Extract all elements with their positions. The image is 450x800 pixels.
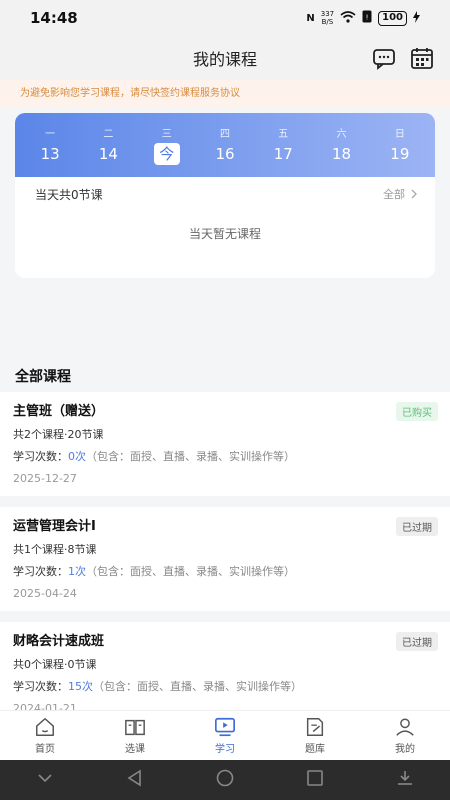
recents-square-icon bbox=[307, 770, 323, 786]
day-fri[interactable]: 五 17 bbox=[263, 125, 303, 165]
tab-profile[interactable]: 我的 bbox=[370, 711, 440, 760]
message-icon bbox=[373, 49, 395, 70]
day-thu[interactable]: 四 16 bbox=[205, 125, 245, 165]
course-name: 财略会计速成班 bbox=[13, 634, 105, 649]
course-info: 共0个课程·0节课 bbox=[13, 658, 97, 671]
home-circle-icon bbox=[216, 769, 234, 787]
day-today[interactable]: 三今 bbox=[147, 125, 187, 165]
course-card[interactable]: 主管班（赠送） 已购买 共2个课程·20节课 学习次数：0次（包含：面授、直播、… bbox=[0, 392, 450, 496]
status-badge: 已过期 bbox=[396, 517, 438, 536]
course-info: 共2个课程·20节课 bbox=[13, 428, 104, 441]
battery-icon: 100 bbox=[378, 10, 407, 26]
charging-icon bbox=[413, 10, 420, 26]
tab-courses[interactable]: 选课 bbox=[100, 711, 170, 760]
tab-question-bank[interactable]: 题库 bbox=[280, 711, 350, 760]
course-date: 2025-12-27 bbox=[13, 472, 77, 485]
home-icon bbox=[36, 718, 54, 736]
day-summary-text: 当天共0节课 bbox=[35, 187, 103, 202]
sim-icon: ! bbox=[362, 10, 372, 26]
status-badge: 已购买 bbox=[396, 402, 438, 421]
study-count: 学习次数：1次（包含：面授、直播、录播、实训操作等） bbox=[13, 565, 295, 578]
day-sat[interactable]: 六 18 bbox=[322, 125, 362, 165]
chevron-down-icon bbox=[38, 774, 52, 783]
status-bar: 14:48 N 337 B/S ! 100 bbox=[0, 0, 450, 36]
wifi-icon bbox=[340, 10, 356, 26]
nfc-icon: N bbox=[306, 12, 315, 24]
day-tue[interactable]: 二 14 bbox=[88, 125, 128, 165]
page-header: 我的课程 bbox=[0, 36, 450, 80]
page-title: 我的课程 bbox=[192, 50, 257, 69]
message-button[interactable] bbox=[372, 46, 396, 74]
calendar-button[interactable] bbox=[410, 46, 434, 74]
download-tray-icon bbox=[398, 771, 412, 785]
nav-download-button[interactable] bbox=[395, 768, 415, 792]
chevron-right-icon bbox=[411, 189, 417, 199]
back-triangle-icon bbox=[127, 769, 141, 787]
svg-text:!: ! bbox=[366, 14, 369, 22]
calendar-icon bbox=[411, 48, 433, 69]
nav-back-button[interactable] bbox=[125, 768, 145, 792]
course-info: 共1个课程·8节课 bbox=[13, 543, 97, 556]
contract-notice[interactable]: 为避免影响您学习课程，请尽快签约课程服务协议 bbox=[0, 80, 450, 108]
course-card[interactable]: 运营管理会计I 已过期 共1个课程·8节课 学习次数：1次（包含：面授、直播、录… bbox=[0, 507, 450, 611]
book-icon bbox=[125, 719, 145, 736]
study-count: 学习次数：15次（包含：面授、直播、录播、实训操作等） bbox=[13, 680, 302, 693]
status-badge: 已过期 bbox=[396, 632, 438, 651]
nav-home-button[interactable] bbox=[215, 768, 235, 792]
tab-home[interactable]: 首页 bbox=[10, 711, 80, 760]
status-icons: N 337 B/S ! 100 bbox=[306, 10, 420, 26]
course-list: 主管班（赠送） 已购买 共2个课程·20节课 学习次数：0次（包含：面授、直播、… bbox=[0, 392, 450, 737]
nav-recents-button[interactable] bbox=[305, 768, 325, 792]
course-name: 主管班（赠送） bbox=[13, 404, 105, 419]
week-strip: 一 13 二 14 三今 四 16 五 17 六 18 日 19 bbox=[15, 113, 435, 177]
day-sun[interactable]: 日 19 bbox=[380, 125, 420, 165]
nav-collapse-button[interactable] bbox=[35, 768, 55, 792]
day-mon[interactable]: 一 13 bbox=[30, 125, 70, 165]
system-nav-bar bbox=[0, 760, 450, 800]
play-screen-icon bbox=[215, 717, 235, 737]
course-name: 运营管理会计I bbox=[13, 519, 96, 534]
section-title: 全部课程 bbox=[15, 369, 71, 385]
tab-study[interactable]: 学习 bbox=[190, 711, 260, 760]
empty-state: 当天暂无课程 bbox=[188, 227, 261, 241]
course-date: 2025-04-24 bbox=[13, 587, 77, 600]
study-count: 学习次数：0次（包含：面授、直播、录播、实训操作等） bbox=[13, 450, 295, 463]
network-speed: 337 B/S bbox=[320, 10, 335, 26]
edit-icon bbox=[306, 718, 324, 736]
view-all-button[interactable]: 全部 bbox=[383, 186, 417, 202]
tab-bar: 首页 选课 学习 题库 我的 bbox=[0, 710, 450, 760]
calendar-card: 一 13 二 14 三今 四 16 五 17 六 18 日 19 当天共0节课 全部 当天暂… bbox=[15, 113, 435, 278]
user-icon bbox=[396, 718, 414, 736]
day-summary: 当天共0节课 全部 bbox=[15, 177, 435, 211]
status-time: 14:48 bbox=[30, 9, 78, 27]
